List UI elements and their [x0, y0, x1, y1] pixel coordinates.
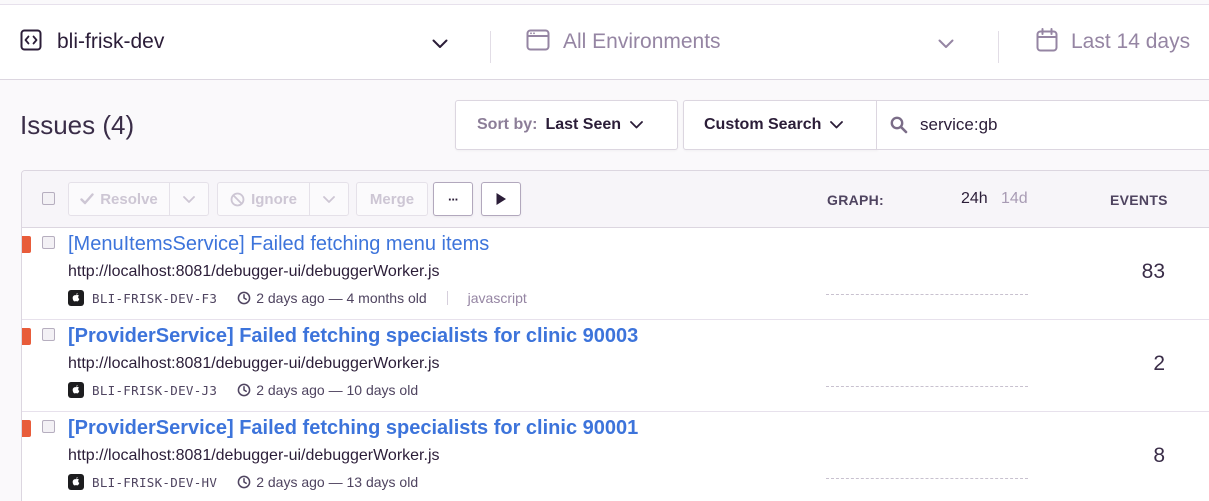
resolve-dropdown-toggle[interactable]	[170, 183, 208, 215]
merge-button[interactable]: Merge	[357, 183, 427, 215]
issues-toolbar: Resolve Ignore Merge ··· GRAPH: 24h 14d …	[22, 171, 1209, 228]
realtime-play-button[interactable]	[481, 182, 521, 216]
environment-label: All Environments	[563, 30, 721, 53]
project-name: bli-frisk-dev	[57, 30, 165, 53]
error-level-indicator	[22, 236, 31, 253]
chevron-down-icon	[323, 195, 335, 203]
ignore-label: Ignore	[251, 190, 297, 208]
ignore-button-group: Ignore	[217, 182, 349, 216]
events-column-header: EVENTS	[1110, 192, 1168, 208]
issue-age: 2 days ago — 13 days old	[256, 474, 419, 490]
issue-meta: BLI-FRISK-DEV-F3 2 days ago — 4 months o…	[68, 289, 527, 307]
issue-culprit: http://localhost:8081/debugger-ui/debugg…	[68, 447, 440, 464]
issue-title-link[interactable]: [MenuItemsService] Failed fetching menu …	[68, 233, 489, 256]
issue-short-id: BLI-FRISK-DEV-F3	[92, 290, 218, 306]
range-24h-toggle[interactable]: 24h	[961, 190, 988, 208]
issue-age: 2 days ago — 4 months old	[256, 290, 427, 306]
issue-checkbox[interactable]	[42, 420, 55, 433]
project-selector[interactable]: bli-frisk-dev	[20, 5, 460, 79]
issue-culprit: http://localhost:8081/debugger-ui/debugg…	[68, 355, 440, 372]
page-title: Issues (4)	[20, 110, 135, 140]
ban-icon	[230, 192, 245, 207]
sort-by-label: Sort by:	[477, 116, 538, 133]
search-input[interactable]	[920, 115, 1200, 135]
window-icon	[526, 29, 550, 56]
divider	[490, 31, 491, 63]
range-14d-toggle[interactable]: 14d	[1001, 190, 1028, 208]
issue-sparkline	[826, 386, 1028, 387]
issue-checkbox[interactable]	[42, 236, 55, 249]
search-bar	[876, 100, 1209, 150]
chevron-down-icon	[830, 121, 844, 129]
merge-button-group: Merge	[356, 182, 428, 216]
issue-checkbox[interactable]	[42, 328, 55, 341]
clock-icon	[237, 291, 251, 305]
project-code-icon	[20, 29, 42, 56]
ignore-button[interactable]: Ignore	[218, 183, 310, 215]
sort-by-value: Last Seen	[545, 116, 622, 133]
issue-meta: BLI-FRISK-DEV-HV 2 days ago — 13 days ol…	[68, 473, 418, 491]
calendar-icon	[1036, 27, 1058, 57]
issues-panel: Resolve Ignore Merge ··· GRAPH: 24h 14d …	[21, 170, 1209, 501]
sort-by-dropdown[interactable]: Sort by: Last Seen	[455, 100, 678, 150]
error-level-indicator	[22, 420, 31, 437]
environment-selector[interactable]: All Environments	[526, 5, 966, 79]
date-range-selector[interactable]: Last 14 days	[1036, 5, 1209, 79]
clock-icon	[237, 475, 251, 489]
issue-event-count: 8	[1153, 444, 1165, 467]
graph-label: GRAPH:	[827, 192, 885, 208]
resolve-label: Resolve	[100, 190, 158, 208]
select-all-checkbox[interactable]	[42, 192, 55, 205]
clock-icon	[237, 383, 251, 397]
issue-row[interactable]: [ProviderService] Failed fetching specia…	[22, 412, 1209, 501]
more-label: ···	[448, 191, 459, 207]
issue-short-id: BLI-FRISK-DEV-J3	[92, 382, 218, 398]
issue-sparkline	[826, 478, 1028, 479]
more-actions-button[interactable]: ···	[433, 182, 473, 216]
play-icon	[495, 192, 507, 206]
issue-event-count: 2	[1153, 352, 1165, 375]
custom-search-dropdown[interactable]: Custom Search	[683, 100, 878, 150]
merge-label: Merge	[369, 190, 415, 208]
custom-search-label: Custom Search	[704, 116, 822, 133]
date-range-label: Last 14 days	[1071, 30, 1191, 53]
issue-sparkline	[826, 294, 1028, 295]
issue-event-count: 83	[1141, 260, 1165, 283]
issue-meta: BLI-FRISK-DEV-J3 2 days ago — 10 days ol…	[68, 381, 418, 399]
resolve-button[interactable]: Resolve	[69, 183, 170, 215]
apple-platform-icon	[68, 382, 84, 398]
issue-row[interactable]: [ProviderService] Failed fetching specia…	[22, 320, 1209, 412]
search-icon	[890, 116, 908, 134]
issue-culprit: http://localhost:8081/debugger-ui/debugg…	[68, 263, 440, 280]
issue-platform: javascript	[467, 290, 527, 306]
apple-platform-icon	[68, 290, 84, 306]
chevron-down-icon	[432, 36, 448, 54]
global-selection-header: bli-frisk-dev All Environments Last 14 d…	[0, 4, 1209, 80]
ignore-dropdown-toggle[interactable]	[310, 183, 348, 215]
issue-short-id: BLI-FRISK-DEV-HV	[92, 474, 218, 490]
issue-title-link[interactable]: [ProviderService] Failed fetching specia…	[68, 417, 638, 440]
issue-age: 2 days ago — 10 days old	[256, 382, 419, 398]
chevron-down-icon	[938, 36, 954, 54]
apple-platform-icon	[68, 474, 84, 490]
divider	[446, 291, 448, 305]
issue-title-link[interactable]: [ProviderService] Failed fetching specia…	[68, 325, 638, 348]
chevron-down-icon	[630, 121, 643, 129]
chevron-down-icon	[183, 195, 195, 203]
resolve-button-group: Resolve	[68, 182, 209, 216]
check-icon	[80, 193, 94, 205]
error-level-indicator	[22, 328, 31, 345]
divider	[998, 31, 999, 63]
issue-row[interactable]: [MenuItemsService] Failed fetching menu …	[22, 228, 1209, 320]
